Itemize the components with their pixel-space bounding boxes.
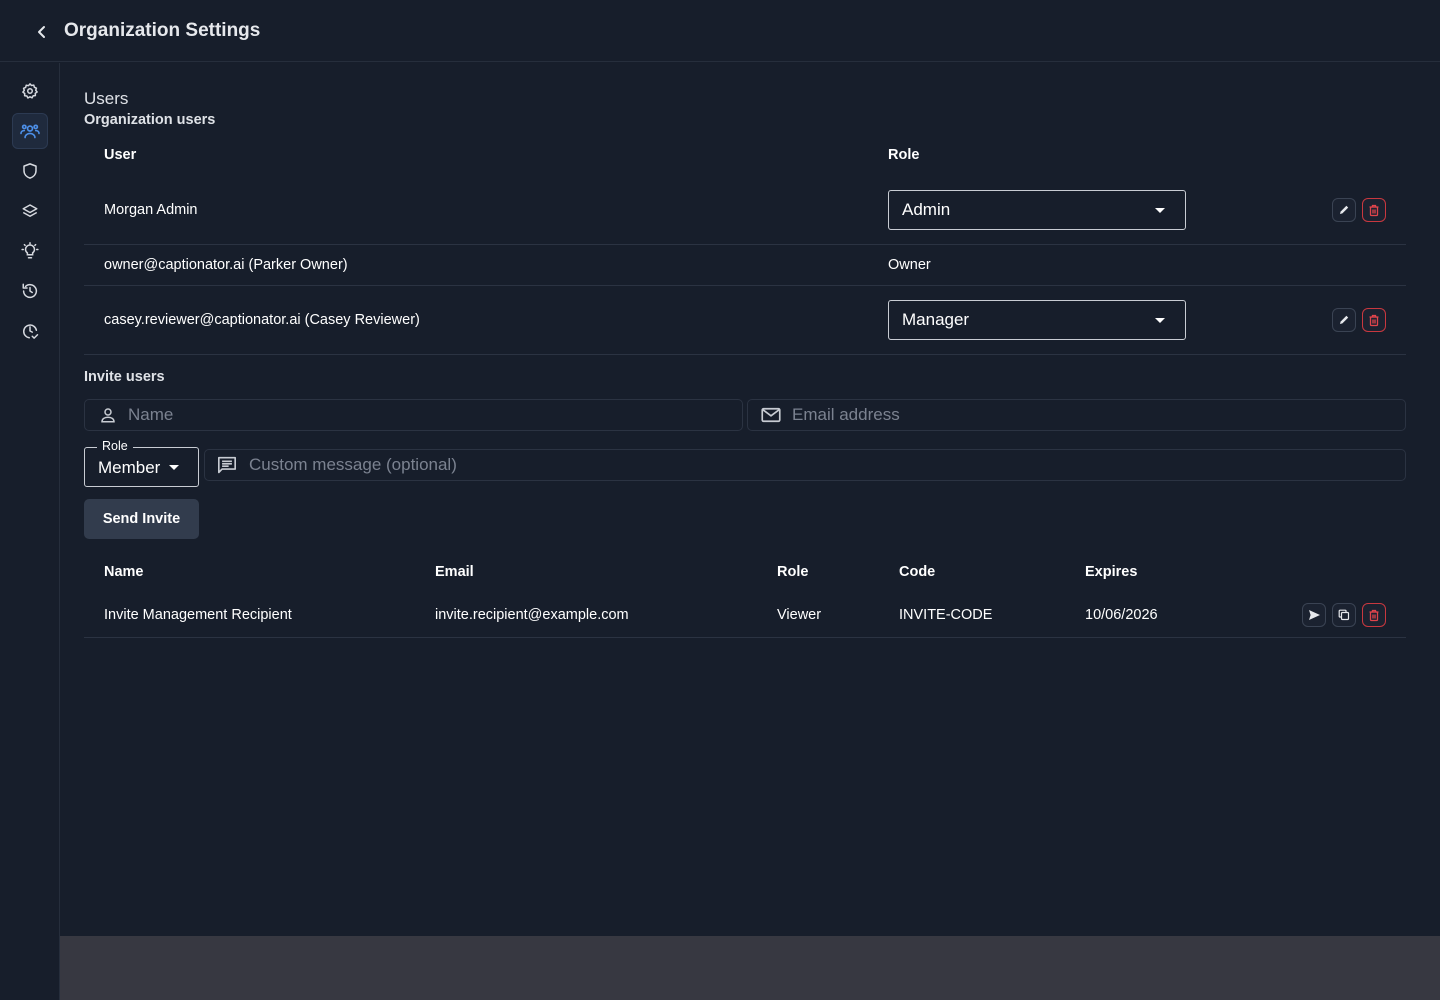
invite-name: Invite Management Recipient xyxy=(104,607,292,623)
resend-invite-button[interactable] xyxy=(1302,603,1326,627)
layers-icon xyxy=(22,204,38,217)
edit-user-button[interactable] xyxy=(1332,198,1356,222)
role-select-value: Manager xyxy=(902,310,970,329)
message-input[interactable] xyxy=(249,455,1405,475)
section-title: Users xyxy=(84,89,129,108)
row-divider xyxy=(84,285,1406,286)
send-icon xyxy=(1308,610,1320,620)
copy-icon xyxy=(1338,609,1350,621)
sidebar-item-activity[interactable] xyxy=(12,313,48,349)
gear-icon xyxy=(22,83,38,99)
footer-strip xyxy=(60,936,1440,1000)
sidebar-item-users[interactable] xyxy=(12,113,48,149)
caret-down-icon xyxy=(1155,208,1165,213)
column-header-role: Role xyxy=(888,147,920,163)
invite-section-title: Invite users xyxy=(84,369,165,385)
chevron-left-icon xyxy=(38,26,45,38)
clock-check-icon xyxy=(23,324,39,339)
person-icon xyxy=(101,408,115,423)
message-field[interactable] xyxy=(204,449,1406,481)
invite-email: invite.recipient@example.com xyxy=(435,607,629,623)
name-field[interactable] xyxy=(84,399,743,431)
shield-icon xyxy=(23,163,37,179)
column-header-email: Email xyxy=(435,564,474,580)
send-invite-button[interactable]: Send Invite xyxy=(84,499,199,539)
sidebar-item-layers[interactable] xyxy=(12,193,48,229)
history-icon xyxy=(22,283,38,299)
delete-user-button[interactable] xyxy=(1362,198,1386,222)
role-select[interactable]: Manager xyxy=(888,300,1186,340)
message-icon xyxy=(218,456,236,474)
delete-invite-button[interactable] xyxy=(1362,603,1386,627)
page-title: Organization Settings xyxy=(64,20,261,41)
lightbulb-icon xyxy=(21,242,39,259)
sidebar xyxy=(0,63,60,1000)
column-header-role: Role xyxy=(777,564,809,580)
sidebar-item-general[interactable] xyxy=(12,73,48,109)
users-icon xyxy=(20,124,40,139)
invite-role-select[interactable]: Role Member xyxy=(84,439,199,487)
trash-icon xyxy=(1369,204,1379,216)
back-button[interactable] xyxy=(30,20,54,44)
edit-user-button[interactable] xyxy=(1332,308,1356,332)
user-name: owner@captionator.ai (Parker Owner) xyxy=(104,257,348,273)
invite-role: Viewer xyxy=(777,607,822,623)
copy-code-button[interactable] xyxy=(1332,603,1356,627)
column-header-name: Name xyxy=(104,564,144,580)
trash-icon xyxy=(1369,609,1379,621)
section-subtitle: Organization users xyxy=(84,112,216,128)
row-divider xyxy=(84,354,1406,355)
invite-expires: 10/06/2026 xyxy=(1085,607,1158,623)
invite-code: INVITE-CODE xyxy=(899,607,993,623)
email-input[interactable] xyxy=(792,405,1405,425)
user-name: Morgan Admin xyxy=(104,202,198,218)
column-header-code: Code xyxy=(899,564,936,580)
top-bar: Organization Settings xyxy=(0,0,1440,62)
caret-down-icon xyxy=(1155,318,1165,323)
user-name: casey.reviewer@captionator.ai (Casey Rev… xyxy=(104,312,420,328)
row-divider xyxy=(84,637,1406,638)
invite-role-label: Role xyxy=(97,439,133,453)
role-select[interactable]: Admin xyxy=(888,190,1186,230)
name-input[interactable] xyxy=(128,405,742,425)
row-divider xyxy=(84,244,1406,245)
pencil-icon xyxy=(1340,315,1349,324)
delete-user-button[interactable] xyxy=(1362,308,1386,332)
pencil-icon xyxy=(1340,205,1349,214)
column-header-user: User xyxy=(104,147,137,163)
invite-role-value: Member xyxy=(98,458,161,477)
trash-icon xyxy=(1369,314,1379,326)
role-select-value: Admin xyxy=(902,200,951,219)
sidebar-item-ideas[interactable] xyxy=(12,233,48,269)
sidebar-item-history[interactable] xyxy=(12,273,48,309)
email-field[interactable] xyxy=(747,399,1406,431)
column-header-expires: Expires xyxy=(1085,564,1138,580)
user-role: Owner xyxy=(888,257,931,273)
sidebar-item-security[interactable] xyxy=(12,153,48,189)
caret-down-icon xyxy=(169,465,179,470)
mail-icon xyxy=(761,407,781,423)
